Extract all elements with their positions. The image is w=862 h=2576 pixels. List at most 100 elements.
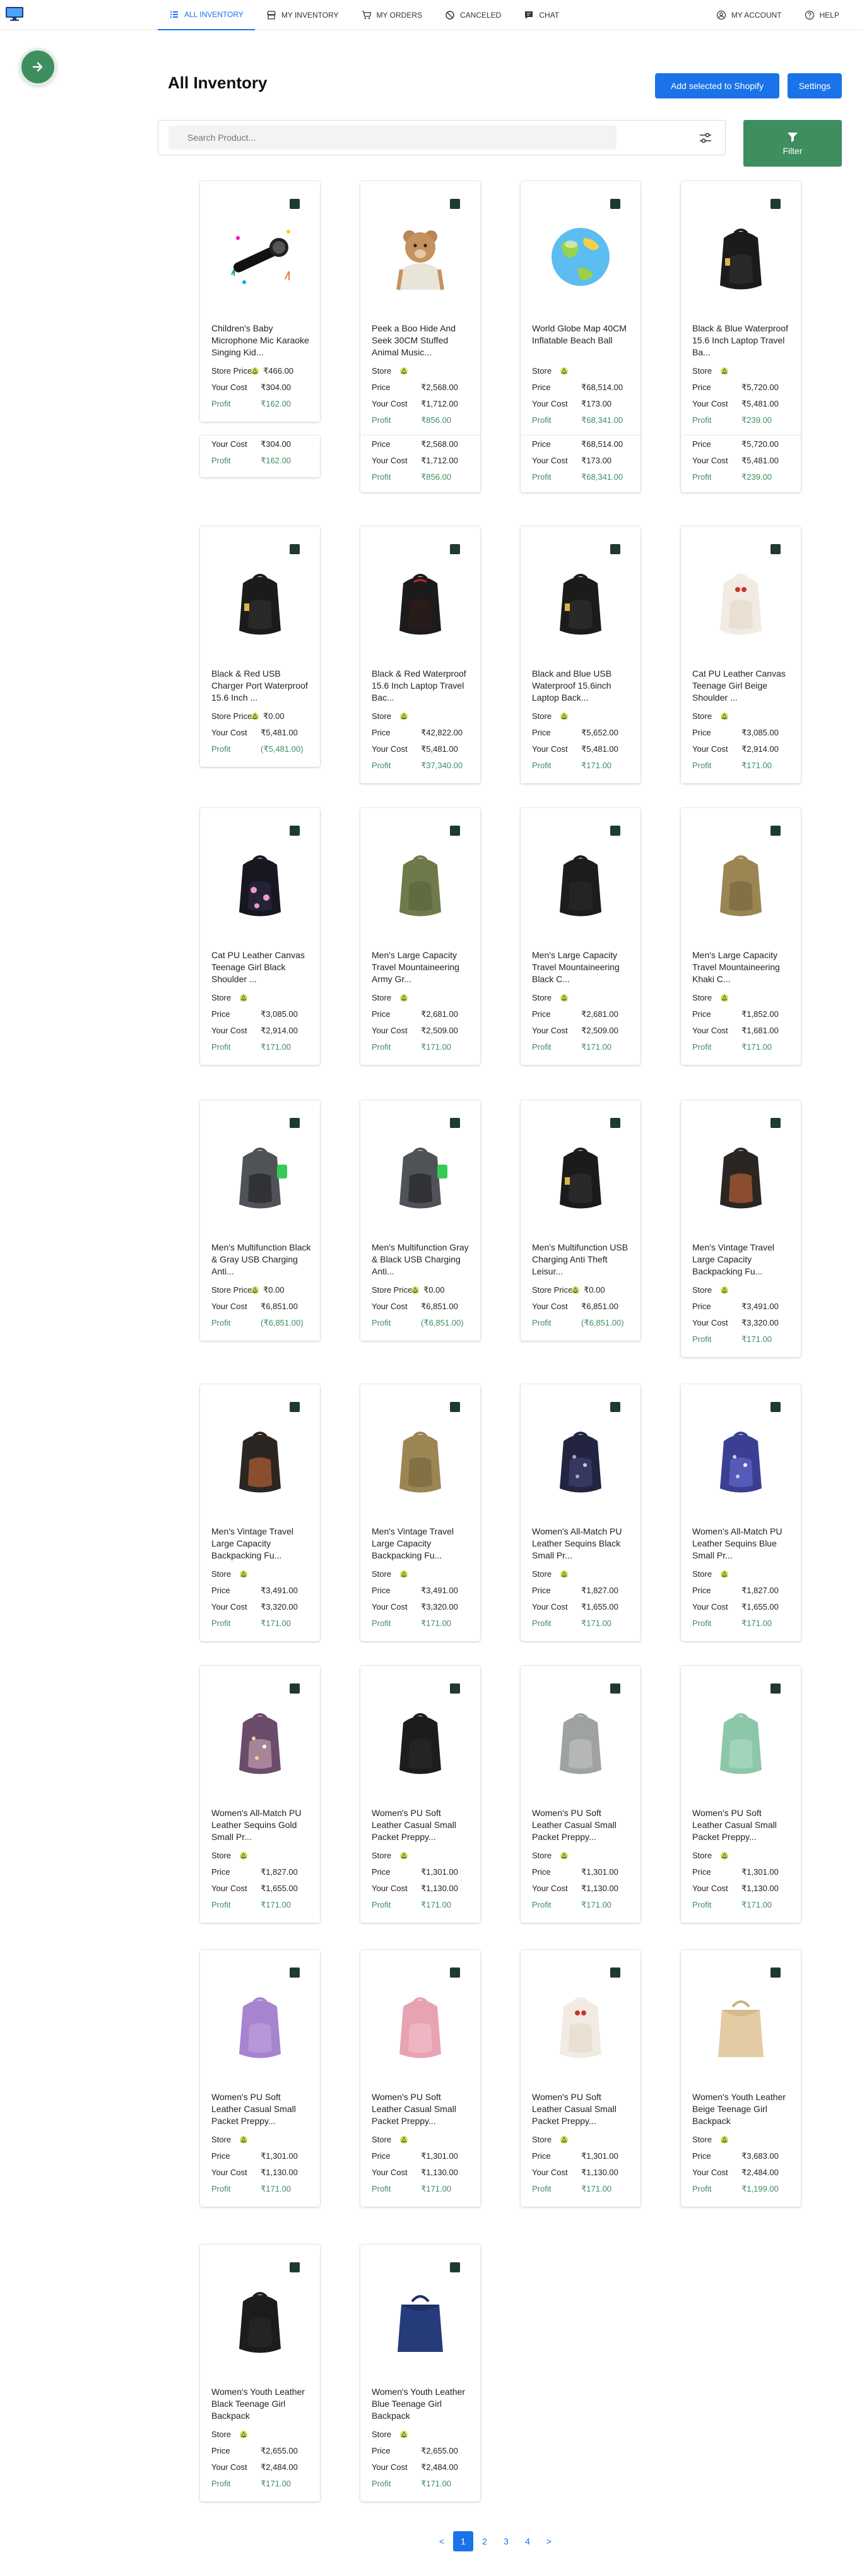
product-title[interactable]: Women's Youth Leather Black Teenage Girl… (211, 2386, 312, 2422)
product-card[interactable]: World Globe Map 40CM Inflatable Beach Ba… (521, 181, 641, 438)
select-checkbox[interactable] (290, 1118, 300, 1128)
product-image[interactable] (540, 564, 622, 640)
select-checkbox[interactable] (610, 1683, 620, 1694)
select-checkbox[interactable] (770, 1968, 781, 1978)
product-card[interactable]: Women's Youth Leather Beige Teenage Girl… (681, 1950, 801, 2207)
product-image[interactable] (540, 1138, 622, 1214)
nav-tab-my-orders[interactable]: MY ORDERS (350, 0, 434, 30)
select-checkbox[interactable] (450, 1118, 460, 1128)
product-image[interactable] (219, 219, 301, 295)
product-card[interactable]: Women's Youth Leather Blue Teenage Girl … (360, 2245, 480, 2502)
nav-link-help[interactable]: HELP (793, 0, 851, 30)
select-checkbox[interactable] (450, 199, 460, 209)
product-title[interactable]: Men's Multifunction USB Charging Anti Th… (532, 1242, 633, 1278)
product-image[interactable] (540, 219, 622, 295)
product-image[interactable] (540, 1988, 622, 2063)
product-title[interactable]: Men's Large Capacity Travel Mountaineeri… (692, 949, 793, 985)
product-image[interactable] (379, 1138, 461, 1214)
product-title[interactable]: Women's All-Match PU Leather Sequins Bla… (532, 1526, 633, 1562)
product-card[interactable]: Women's All-Match PU Leather Sequins Bla… (521, 1384, 641, 1641)
select-checkbox[interactable] (610, 826, 620, 836)
filter-button[interactable]: Filter (743, 120, 842, 167)
monitor-logo-icon[interactable] (5, 6, 24, 21)
search-input[interactable] (168, 126, 617, 150)
select-checkbox[interactable] (290, 199, 300, 209)
product-card[interactable]: Men's Vintage Travel Large Capacity Back… (360, 1384, 480, 1641)
product-image[interactable] (700, 1422, 782, 1498)
product-card[interactable]: Women's PU Soft Leather Casual Small Pac… (521, 1950, 641, 2207)
page-button-3[interactable]: 3 (496, 2531, 516, 2551)
product-image[interactable] (219, 1138, 301, 1214)
product-card[interactable]: Black and Blue USB Waterproof 15.6inch L… (521, 526, 641, 783)
select-checkbox[interactable] (610, 1402, 620, 1412)
select-checkbox[interactable] (610, 1968, 620, 1978)
product-image[interactable] (219, 2282, 301, 2358)
product-title[interactable]: Cat PU Leather Canvas Teenage Girl Black… (211, 949, 312, 985)
product-image[interactable] (219, 1422, 301, 1498)
select-checkbox[interactable] (770, 826, 781, 836)
product-image[interactable] (379, 1422, 461, 1498)
product-card[interactable]: Black & Blue Waterproof 15.6 Inch Laptop… (681, 181, 801, 438)
product-title[interactable]: Men's Large Capacity Travel Mountaineeri… (372, 949, 473, 985)
product-title[interactable]: Women's Youth Leather Beige Teenage Girl… (692, 2091, 793, 2127)
select-checkbox[interactable] (290, 2262, 300, 2272)
product-title[interactable]: Black and Blue USB Waterproof 15.6inch L… (532, 668, 633, 704)
product-image[interactable] (219, 1704, 301, 1779)
nav-tab-all-inventory[interactable]: ALL INVENTORY (158, 0, 255, 30)
product-title[interactable]: Women's PU Soft Leather Casual Small Pac… (532, 2091, 633, 2127)
product-card[interactable]: Women's PU Soft Leather Casual Small Pac… (521, 1666, 641, 1923)
product-image[interactable] (540, 846, 622, 922)
product-title[interactable]: Women's All-Match PU Leather Sequins Gol… (211, 1807, 312, 1843)
product-title[interactable]: World Globe Map 40CM Inflatable Beach Ba… (532, 323, 633, 347)
product-title[interactable]: Women's PU Soft Leather Casual Small Pac… (372, 2091, 473, 2127)
product-title[interactable]: Men's Vintage Travel Large Capacity Back… (211, 1526, 312, 1562)
product-card[interactable]: Women's PU Soft Leather Casual Small Pac… (681, 1666, 801, 1923)
select-checkbox[interactable] (450, 1968, 460, 1978)
nav-tab-my-inventory[interactable]: MY INVENTORY (255, 0, 350, 30)
product-title[interactable]: Black & Red Waterproof 15.6 Inch Laptop … (372, 668, 473, 704)
sliders-icon[interactable] (699, 132, 712, 145)
product-image[interactable] (379, 564, 461, 640)
product-card[interactable]: Children's Baby Microphone Mic Karaoke S… (200, 181, 320, 422)
settings-button[interactable]: Settings (788, 73, 842, 98)
product-title[interactable]: Men's Multifunction Black & Gray USB Cha… (211, 1242, 312, 1278)
product-card[interactable]: Women's PU Soft Leather Casual Small Pac… (360, 1950, 480, 2207)
product-image[interactable] (219, 564, 301, 640)
product-card[interactable]: Men's Large Capacity Travel Mountaineeri… (681, 808, 801, 1065)
product-title[interactable]: Women's PU Soft Leather Casual Small Pac… (532, 1807, 633, 1843)
product-title[interactable]: Cat PU Leather Canvas Teenage Girl Beige… (692, 668, 793, 704)
product-card[interactable]: Women's Youth Leather Black Teenage Girl… (200, 2245, 320, 2502)
product-image[interactable] (379, 1704, 461, 1779)
select-checkbox[interactable] (450, 826, 460, 836)
product-image[interactable] (379, 846, 461, 922)
page-button-1[interactable]: 1 (453, 2531, 473, 2551)
product-card[interactable]: Men's Multifunction Black & Gray USB Cha… (200, 1100, 320, 1341)
nav-link-my-account[interactable]: MY ACCOUNT (705, 0, 793, 30)
prev-page-button[interactable]: < (432, 2531, 452, 2551)
product-card[interactable]: Women's PU Soft Leather Casual Small Pac… (200, 1950, 320, 2207)
select-checkbox[interactable] (290, 544, 300, 554)
select-checkbox[interactable] (450, 1402, 460, 1412)
select-checkbox[interactable] (770, 1118, 781, 1128)
next-page-button[interactable]: > (539, 2531, 559, 2551)
product-image[interactable] (379, 219, 461, 295)
product-card[interactable]: Men's Vintage Travel Large Capacity Back… (200, 1384, 320, 1641)
product-card[interactable]: Women's All-Match PU Leather Sequins Gol… (200, 1666, 320, 1923)
product-title[interactable]: Women's All-Match PU Leather Sequins Blu… (692, 1526, 793, 1562)
select-checkbox[interactable] (770, 199, 781, 209)
product-title[interactable]: Peek a Boo Hide And Seek 30CM Stuffed An… (372, 323, 473, 359)
select-checkbox[interactable] (450, 2262, 460, 2272)
product-title[interactable]: Women's PU Soft Leather Casual Small Pac… (372, 1807, 473, 1843)
product-title[interactable]: Children's Baby Microphone Mic Karaoke S… (211, 323, 312, 359)
product-card[interactable]: Men's Vintage Travel Large Capacity Back… (681, 1100, 801, 1357)
nav-tab-chat[interactable]: CHAT (512, 0, 570, 30)
page-button-4[interactable]: 4 (517, 2531, 538, 2551)
select-checkbox[interactable] (610, 1118, 620, 1128)
product-card[interactable]: Cat PU Leather Canvas Teenage Girl Black… (200, 808, 320, 1065)
select-checkbox[interactable] (770, 1402, 781, 1412)
page-button-2[interactable]: 2 (475, 2531, 495, 2551)
nav-tab-canceled[interactable]: CANCELED (434, 0, 512, 30)
product-image[interactable] (219, 846, 301, 922)
product-image[interactable] (700, 1138, 782, 1214)
product-title[interactable]: Black & Red USB Charger Port Waterproof … (211, 668, 312, 704)
